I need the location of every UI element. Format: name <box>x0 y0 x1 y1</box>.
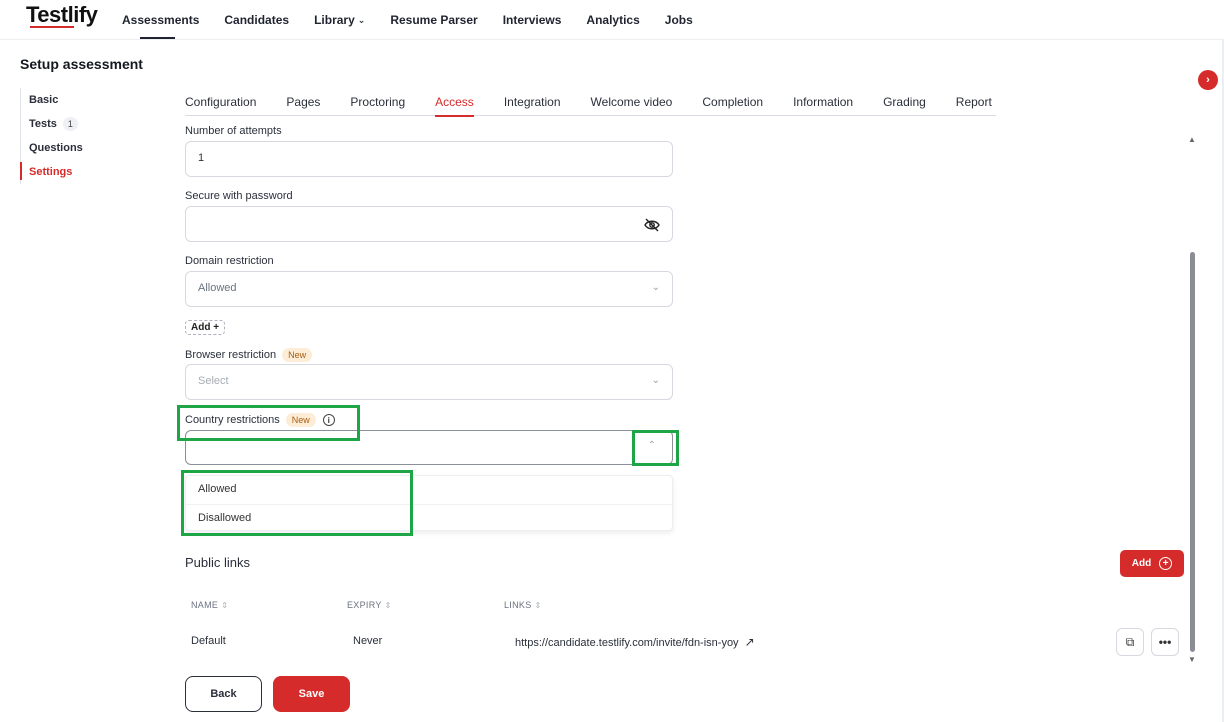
attempts-value: 1 <box>198 152 205 164</box>
setup-steps: Basic Tests 1 Questions Settings <box>20 88 83 184</box>
tab-pages[interactable]: Pages <box>286 88 320 116</box>
step-basic[interactable]: Basic <box>21 88 83 112</box>
column-links[interactable]: LINKS ⇕ <box>504 600 542 610</box>
highlight-dropdown-toggle <box>632 430 679 466</box>
tab-grading[interactable]: Grading <box>883 88 926 116</box>
chevron-right-icon[interactable]: › <box>1198 70 1218 90</box>
top-navbar: Testlify Assessments Candidates Library ⌄… <box>0 0 1224 40</box>
tab-information[interactable]: Information <box>793 88 853 116</box>
nav-library-label: Library <box>314 13 355 27</box>
eye-off-icon[interactable] <box>644 217 660 233</box>
chevron-down-icon: ⌄ <box>357 14 366 25</box>
nav-jobs-label: Jobs <box>664 13 693 27</box>
step-settings[interactable]: Settings <box>20 160 83 184</box>
settings-tabs: Configuration Pages Proctoring Access In… <box>185 88 996 117</box>
tests-count-badge: 1 <box>62 117 78 131</box>
step-settings-label: Settings <box>29 166 73 178</box>
logo-underline <box>30 26 74 28</box>
nav-candidates[interactable]: Candidates <box>224 0 289 40</box>
browser-label: Browser restriction <box>185 349 277 361</box>
nav-library[interactable]: Library ⌄ <box>314 0 365 40</box>
domain-value: Allowed <box>198 282 237 294</box>
plus-circle-icon: + <box>1159 557 1173 570</box>
nav-analytics[interactable]: Analytics <box>586 0 639 40</box>
domain-label: Domain restriction <box>185 255 274 267</box>
column-expiry-label: EXPIRY <box>347 600 382 610</box>
step-basic-label: Basic <box>29 94 59 106</box>
nav-candidates-label: Candidates <box>224 13 290 27</box>
add-button-label: Add <box>1131 558 1152 569</box>
browser-select[interactable]: Select ⌄ <box>185 364 673 400</box>
sort-icon: ⇕ <box>221 601 229 610</box>
sort-icon: ⇕ <box>534 601 542 610</box>
scrollbar-thumb[interactable] <box>1190 252 1195 652</box>
nav-assessments[interactable]: Assessments <box>122 0 199 40</box>
nav-resume-parser-label: Resume Parser <box>390 13 478 27</box>
copy-icon: ⧉ <box>1125 634 1135 649</box>
add-domain-button[interactable]: Add + <box>185 320 226 335</box>
browser-placeholder: Select <box>198 375 229 387</box>
nav-resume-parser[interactable]: Resume Parser <box>390 0 477 40</box>
public-links-title: Public links <box>185 555 251 570</box>
password-label: Secure with password <box>185 190 293 202</box>
step-tests[interactable]: Tests 1 <box>21 112 83 136</box>
new-badge: New <box>282 348 313 362</box>
save-button[interactable]: Save <box>273 676 350 712</box>
sort-icon: ⇕ <box>384 601 392 610</box>
chevron-down-icon: ⌄ <box>651 282 660 293</box>
nav-interviews[interactable]: Interviews <box>503 0 562 40</box>
column-expiry[interactable]: EXPIRY ⇕ <box>347 600 392 610</box>
attempts-label: Number of attempts <box>185 125 282 137</box>
row-expiry: Never <box>353 635 383 647</box>
tab-report[interactable]: Report <box>956 88 992 116</box>
tab-completion[interactable]: Completion <box>702 88 763 116</box>
tab-access[interactable]: Access <box>435 88 474 117</box>
more-horizontal-icon: ••• <box>1158 635 1172 649</box>
nav-jobs[interactable]: Jobs <box>665 0 693 40</box>
back-button[interactable]: Back <box>185 676 262 712</box>
page-title: Setup assessment <box>20 56 143 72</box>
row-link[interactable]: https://candidate.testlify.com/invite/fd… <box>515 635 755 649</box>
external-link-icon[interactable]: ↗ <box>745 635 755 649</box>
nav-interviews-label: Interviews <box>502 13 562 27</box>
row-name: Default <box>191 635 226 647</box>
nav-analytics-label: Analytics <box>586 13 640 27</box>
tab-integration[interactable]: Integration <box>504 88 561 116</box>
attempts-input[interactable]: 1 <box>185 141 673 177</box>
column-name[interactable]: NAME ⇕ <box>191 600 228 610</box>
column-links-label: LINKS <box>504 600 532 610</box>
step-questions-label: Questions <box>29 142 83 154</box>
scroll-up-arrow[interactable]: ▲ <box>1188 135 1196 144</box>
nav-assessments-label: Assessments <box>122 13 200 27</box>
more-options-button[interactable]: ••• <box>1151 628 1179 656</box>
highlight-country-label <box>177 405 360 441</box>
chevron-down-icon: ⌄ <box>651 375 660 386</box>
step-questions[interactable]: Questions <box>21 136 83 160</box>
step-tests-label: Tests <box>29 118 57 130</box>
tab-configuration[interactable]: Configuration <box>185 88 256 116</box>
testlify-logo[interactable]: Testlify <box>26 2 98 28</box>
password-input[interactable] <box>185 206 673 242</box>
tab-welcome-video[interactable]: Welcome video <box>591 88 673 116</box>
highlight-options <box>181 470 413 536</box>
add-public-link-button[interactable]: Add + <box>1120 550 1184 577</box>
column-name-label: NAME <box>191 600 219 610</box>
scroll-down-arrow[interactable]: ▼ <box>1188 655 1196 664</box>
main-nav: Assessments Candidates Library ⌄ Resume P… <box>122 0 718 40</box>
row-link-text: https://candidate.testlify.com/invite/fd… <box>515 637 739 649</box>
browser-label-row: Browser restriction New <box>185 348 313 362</box>
domain-select[interactable]: Allowed ⌄ <box>185 271 673 307</box>
attempts-label-clip: Number of attempts <box>185 117 673 137</box>
tab-proctoring[interactable]: Proctoring <box>350 88 405 116</box>
copy-link-button[interactable]: ⧉ <box>1116 628 1144 656</box>
